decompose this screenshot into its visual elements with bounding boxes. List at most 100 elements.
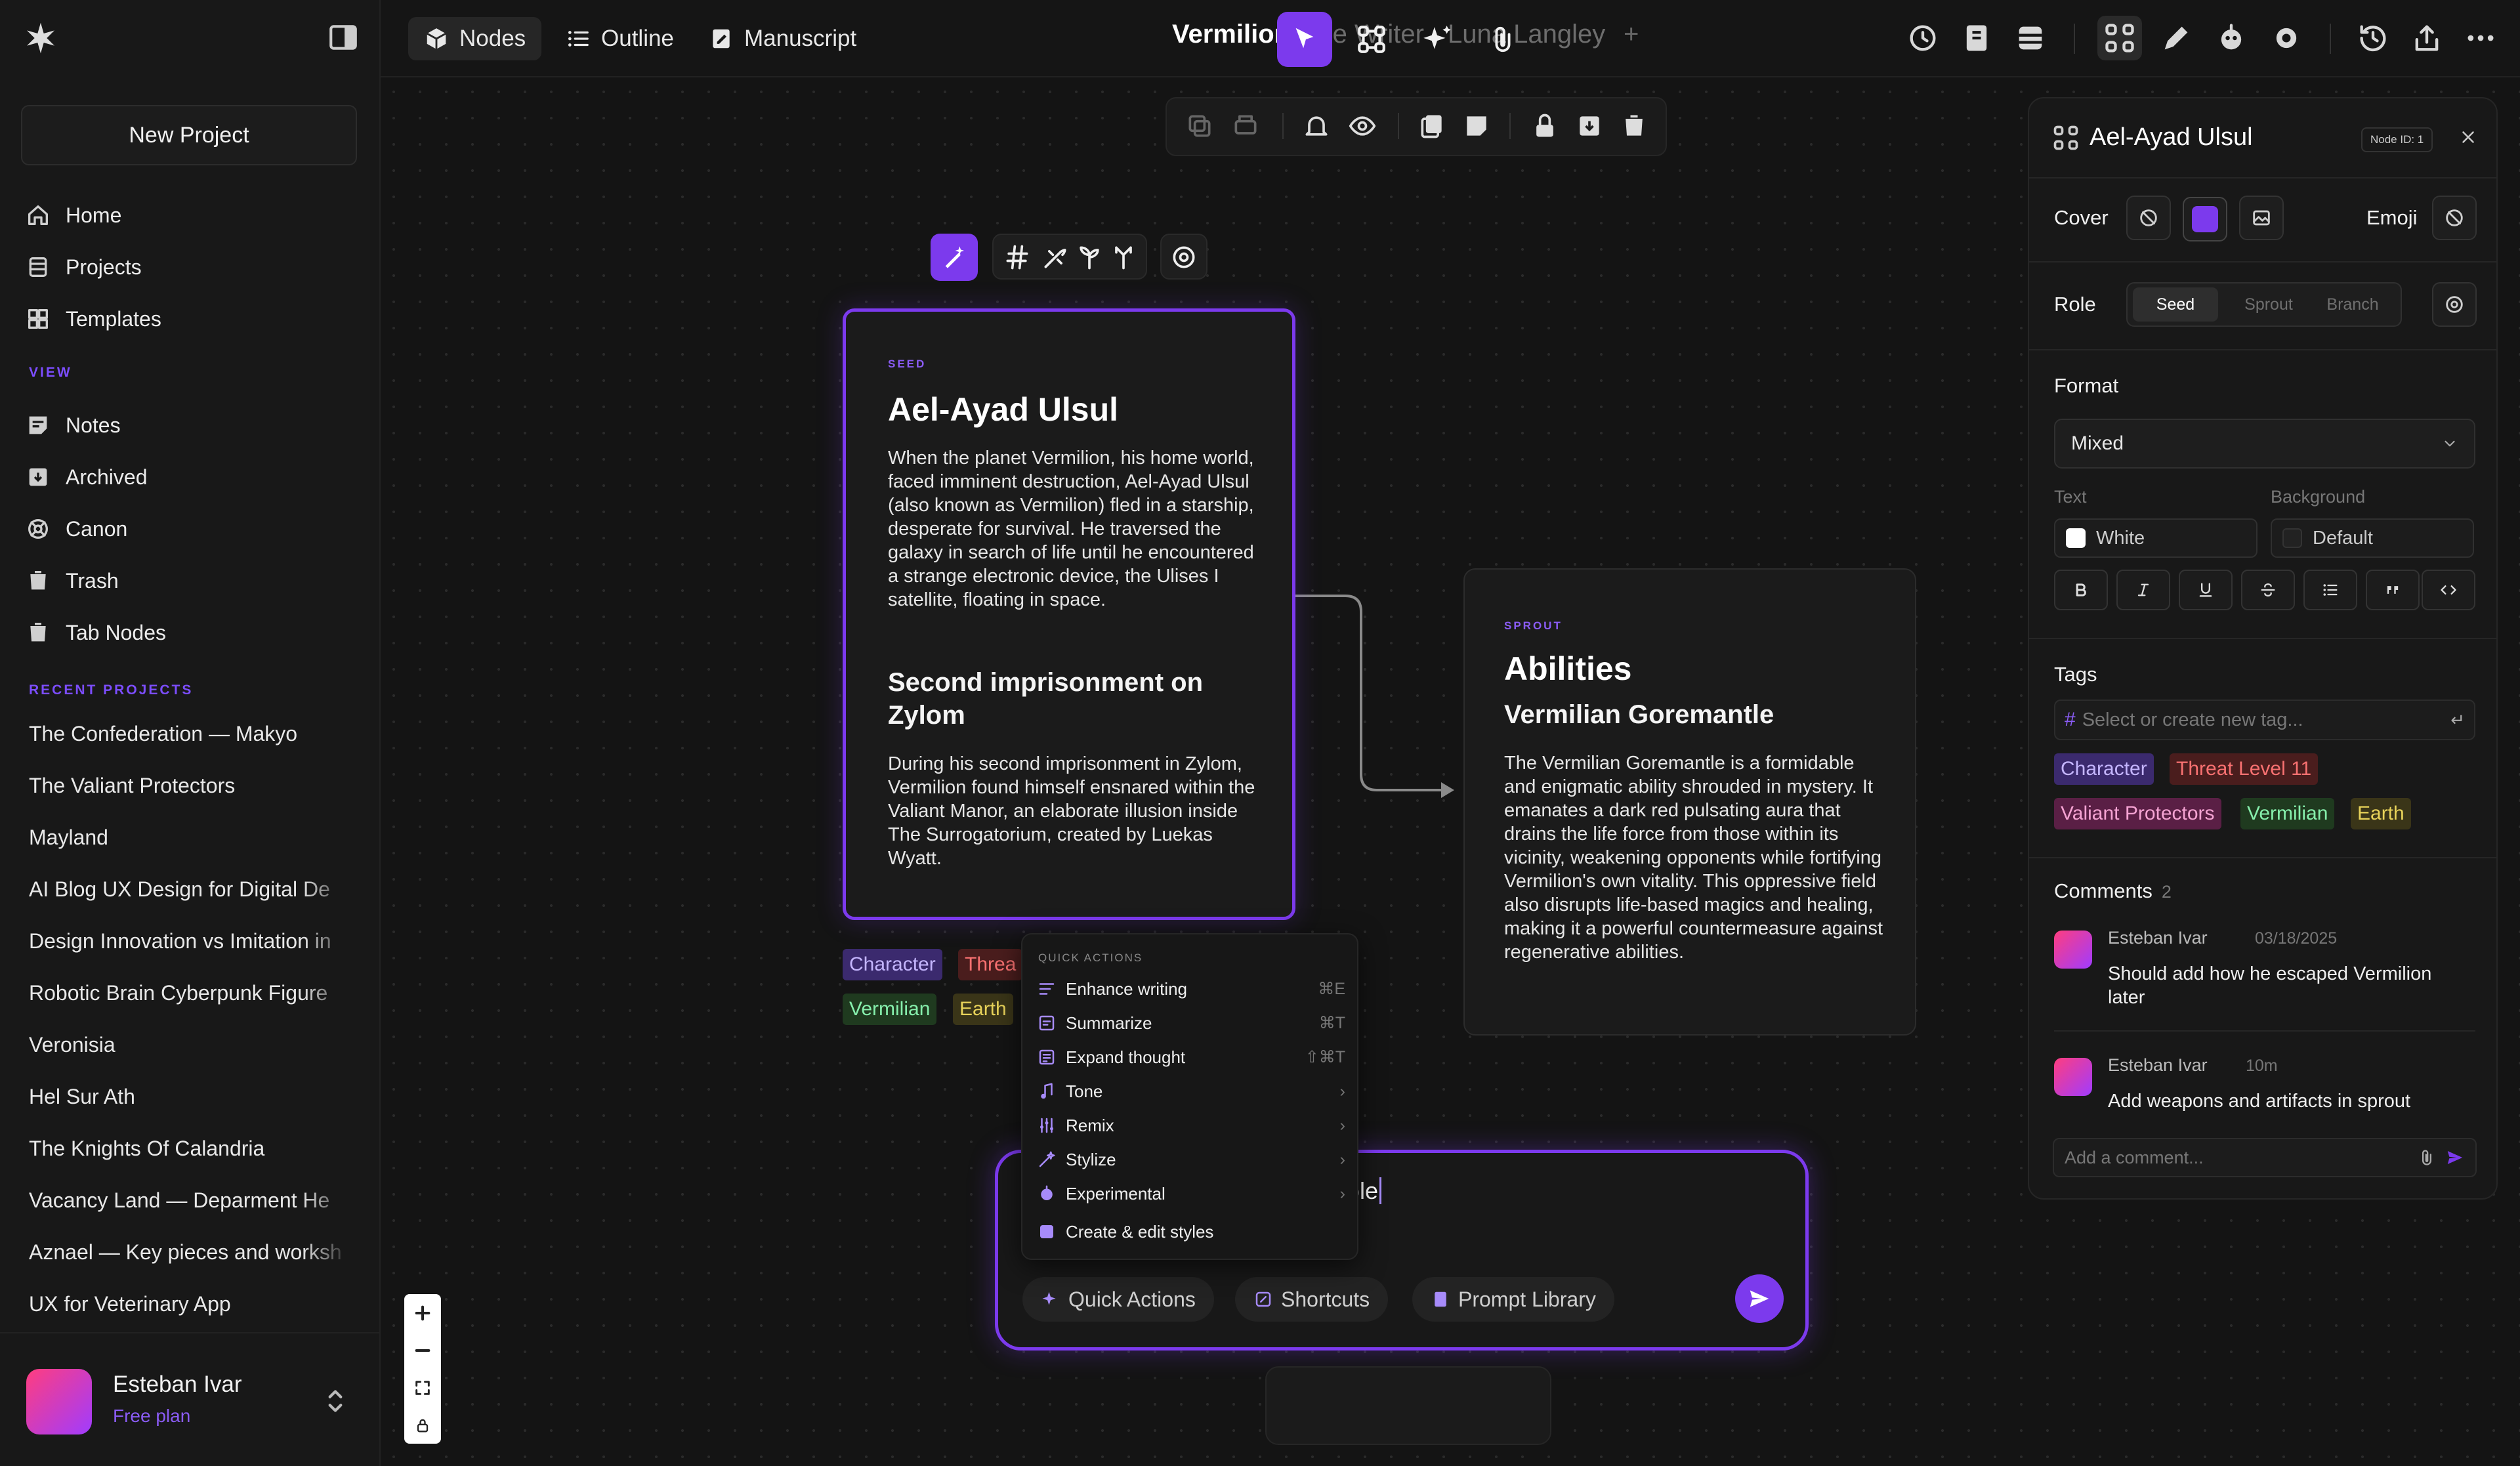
recent-project-item[interactable]: The Confederation — Makyo [29, 715, 350, 752]
nav-notes[interactable]: Notes [25, 407, 121, 444]
share-icon[interactable] [2410, 21, 2444, 55]
recent-project-item[interactable]: UX for Veterinary App [29, 1286, 350, 1322]
zoom-in-icon[interactable] [404, 1294, 441, 1331]
toggle-sidebar-icon[interactable] [327, 21, 360, 54]
underline-icon[interactable] [2179, 570, 2233, 610]
no-emoji-button[interactable] [2432, 196, 2477, 240]
tag-chip[interactable]: Character [843, 949, 942, 980]
menu-item-expand-thought[interactable]: Expand thought ⇧⌘T [1037, 1041, 1345, 1074]
history-icon[interactable] [1906, 21, 1940, 55]
strikethrough-icon[interactable] [2241, 570, 2295, 610]
bookmark-icon[interactable] [1960, 21, 1994, 55]
lock-icon[interactable] [1530, 112, 1559, 140]
tab-nodes[interactable]: Nodes [408, 17, 542, 60]
chevron-updown-icon[interactable] [324, 1385, 346, 1417]
menu-item-enhance-writing[interactable]: Enhance writing ⌘E [1037, 973, 1345, 1005]
recent-project-item[interactable]: The Knights Of Calandria [29, 1130, 350, 1167]
bulleted-list-icon[interactable] [2303, 570, 2357, 610]
lock-icon[interactable] [404, 1406, 441, 1444]
database-icon[interactable] [2013, 21, 2048, 55]
nav-trash[interactable]: Trash [25, 562, 119, 599]
tag-chip[interactable]: Valiant Protectors [2054, 798, 2221, 829]
sprout-icon[interactable] [1075, 243, 1104, 272]
recent-project-item[interactable]: AI Blog UX Design for Digital De [29, 871, 350, 908]
role-sprout-option[interactable]: Sprout [2226, 287, 2311, 322]
eye-off-icon[interactable] [1348, 112, 1377, 140]
seed-icon[interactable] [1041, 243, 1070, 272]
recent-project-item[interactable]: Hel Sur Ath [29, 1078, 350, 1115]
menu-item-stylize[interactable]: Stylize › [1037, 1143, 1345, 1176]
shortcuts-button[interactable]: Shortcuts [1235, 1277, 1389, 1322]
recent-project-item[interactable]: Vacancy Land — Deparment He [29, 1182, 350, 1219]
nav-canon[interactable]: Canon [25, 511, 127, 547]
close-icon[interactable] [2458, 127, 2478, 147]
background-color-select[interactable]: Default [2271, 518, 2474, 558]
tag-chip[interactable]: Earth [2351, 798, 2411, 829]
tag-chip[interactable]: Threa [958, 949, 1023, 980]
nav-archived[interactable]: Archived [25, 459, 148, 495]
role-branch-option[interactable]: Branch [2310, 287, 2395, 322]
nav-tab-nodes[interactable]: Tab Nodes [25, 614, 166, 651]
archive-icon[interactable] [1575, 112, 1604, 140]
tag-chip[interactable]: Vermilian [2240, 798, 2335, 829]
pen-icon[interactable] [2159, 21, 2193, 55]
select-tool-button[interactable] [1277, 12, 1332, 67]
copy-icon[interactable] [1185, 112, 1214, 140]
recent-project-item[interactable]: Aznael — Key pieces and worksh [29, 1234, 350, 1270]
recent-project-item[interactable]: The Valiant Protectors [29, 767, 350, 804]
node-tool-button[interactable] [1344, 12, 1399, 67]
comment-input[interactable]: Add a comment... [2053, 1138, 2477, 1177]
zoom-out-icon[interactable] [404, 1331, 441, 1369]
fit-view-icon[interactable] [404, 1369, 441, 1406]
seed-node-card[interactable]: SEED Ael-Ayad Ulsul When the planet Verm… [843, 308, 1295, 920]
trash-icon[interactable] [1620, 112, 1648, 140]
prompt-library-button[interactable]: Prompt Library [1412, 1277, 1614, 1322]
cover-color-button[interactable] [2183, 197, 2227, 241]
bot-icon[interactable] [2214, 21, 2248, 55]
quick-actions-button[interactable]: Quick Actions [1022, 1277, 1214, 1322]
ai-magic-button[interactable] [931, 234, 978, 281]
nav-projects[interactable]: Projects [25, 249, 142, 285]
settings-icon[interactable] [2269, 21, 2303, 55]
ai-tool-button[interactable] [1410, 12, 1465, 67]
hashtag-icon[interactable] [1003, 243, 1032, 272]
tab-manuscript[interactable]: Manuscript [693, 17, 872, 60]
no-cover-button[interactable] [2126, 196, 2171, 240]
menu-item-create-edit-styles[interactable]: Create & edit styles [1037, 1215, 1345, 1248]
note-icon[interactable] [1462, 112, 1491, 140]
menu-item-tone[interactable]: Tone › [1037, 1075, 1345, 1108]
menu-item-summarize[interactable]: Summarize ⌘T [1037, 1007, 1345, 1039]
node-graph-icon[interactable] [2103, 21, 2137, 55]
new-project-button[interactable]: New Project [21, 105, 357, 165]
role-seed-option[interactable]: Seed [2133, 287, 2218, 322]
tag-chip[interactable]: Earth [953, 994, 1013, 1025]
undo-history-icon[interactable] [2356, 21, 2390, 55]
duplicate-icon[interactable] [1418, 112, 1446, 140]
add-project-tab-button[interactable]: + [1624, 20, 1639, 49]
attachment-tool-button[interactable] [1475, 12, 1530, 67]
recent-project-item[interactable]: Mayland [29, 819, 350, 856]
branch-icon[interactable] [1109, 243, 1138, 272]
bold-icon[interactable] [2054, 570, 2108, 610]
menu-item-remix[interactable]: Remix › [1037, 1109, 1345, 1142]
canon-icon[interactable] [1169, 243, 1198, 272]
attachment-icon[interactable] [2418, 1148, 2436, 1167]
image-cover-button[interactable] [2239, 196, 2284, 240]
project-tab-active[interactable]: Vermilion [1172, 20, 1290, 49]
text-color-select[interactable]: White [2054, 518, 2258, 558]
app-logo-icon[interactable] [22, 20, 59, 56]
recent-project-item[interactable]: Veronisia [29, 1026, 350, 1063]
tag-chip[interactable]: Threat Level 11 [2170, 753, 2319, 785]
recent-project-item[interactable]: Robotic Brain Cyberpunk Figure [29, 974, 350, 1011]
sprout-node-card[interactable]: SPROUT Abilities Vermilian Goremantle Th… [1463, 568, 1916, 1036]
code-icon[interactable] [2422, 570, 2475, 610]
menu-item-experimental[interactable]: Experimental › [1037, 1177, 1345, 1210]
canon-button[interactable] [2432, 282, 2477, 327]
tag-chip[interactable]: Vermilian [843, 994, 937, 1025]
send-button[interactable] [1735, 1274, 1784, 1323]
nav-templates[interactable]: Templates [25, 301, 161, 337]
quote-icon[interactable] [2366, 570, 2420, 610]
more-icon[interactable] [2464, 21, 2498, 55]
send-comment-icon[interactable] [2445, 1148, 2465, 1167]
print-icon[interactable] [1231, 112, 1260, 140]
